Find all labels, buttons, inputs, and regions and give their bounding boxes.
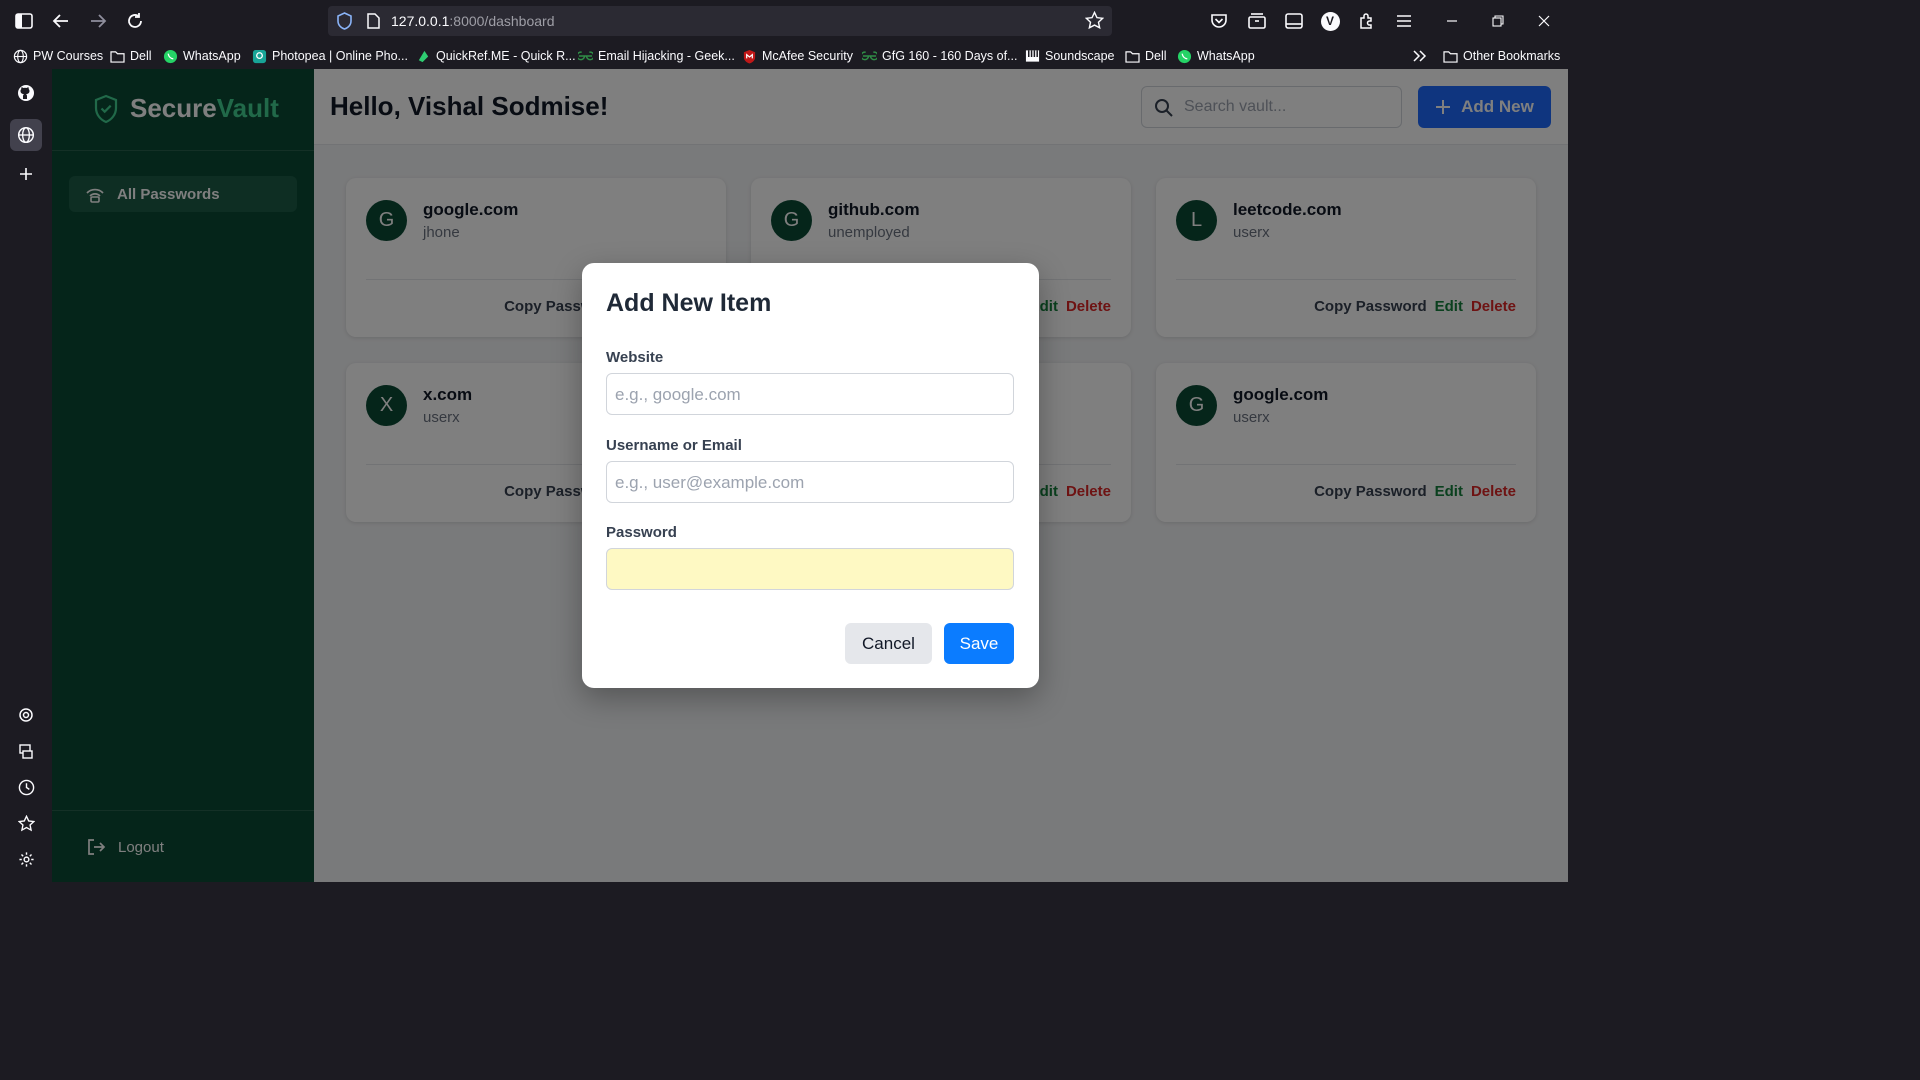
- bookmark-whatsapp[interactable]: WhatsApp: [163, 47, 241, 65]
- bookmark-email-hijacking[interactable]: Email Hijacking - Geek...: [578, 47, 735, 65]
- website-label: Website: [606, 349, 664, 366]
- url-text[interactable]: 127.0.0.1:8000/dashboard: [391, 13, 554, 29]
- bookmark-label: WhatsApp: [1197, 49, 1255, 63]
- github-icon[interactable]: [10, 77, 42, 109]
- extensions-icon[interactable]: [1355, 9, 1379, 33]
- whatsapp-icon: [163, 49, 178, 64]
- forward-icon[interactable]: [86, 9, 110, 33]
- modal-title: Add New Item: [606, 289, 772, 317]
- quickref-icon: [416, 49, 431, 64]
- bookmark-pw-courses[interactable]: PW Courses: [13, 47, 103, 65]
- save-button[interactable]: Save: [944, 623, 1014, 664]
- globe-icon[interactable]: [10, 119, 42, 151]
- folder-icon: [110, 49, 125, 64]
- whatsapp-icon: [1177, 49, 1192, 64]
- bookmark-star-icon[interactable]: [1084, 10, 1105, 35]
- bookmark-label: Email Hijacking - Geek...: [598, 49, 735, 63]
- synced-tabs-icon[interactable]: [10, 736, 42, 768]
- gfg-icon: [578, 49, 593, 64]
- bookmark-label: QuickRef.ME - Quick R...: [436, 49, 576, 63]
- bookmarks-star-icon[interactable]: [10, 807, 42, 839]
- shield-icon[interactable]: [336, 12, 353, 35]
- container-icon[interactable]: [1245, 9, 1269, 33]
- folder-icon: [1125, 49, 1140, 64]
- bookmark-dell[interactable]: Dell: [110, 47, 152, 65]
- bookmark-quickref[interactable]: QuickRef.ME - Quick R...: [416, 47, 576, 65]
- folder-icon: [1443, 49, 1458, 64]
- browser-sidebar: [0, 69, 52, 882]
- close-window-icon[interactable]: [1532, 9, 1556, 33]
- password-input[interactable]: [606, 548, 1014, 590]
- page-icon: [366, 13, 380, 34]
- profile-avatar[interactable]: V: [1318, 9, 1342, 33]
- add-panel-icon[interactable]: [10, 158, 42, 190]
- bookmark-label: WhatsApp: [183, 49, 241, 63]
- username-input[interactable]: e.g., user@example.com: [606, 461, 1014, 503]
- bookmarks-bar: PW Courses Dell WhatsApp Photopea | Onli…: [0, 42, 1568, 69]
- menu-icon[interactable]: [1392, 9, 1416, 33]
- username-placeholder: e.g., user@example.com: [615, 473, 805, 492]
- history-icon[interactable]: [10, 771, 42, 803]
- piano-icon: [1025, 49, 1040, 64]
- password-label: Password: [606, 524, 677, 541]
- bookmark-label: Dell: [1145, 49, 1167, 63]
- reload-icon[interactable]: [123, 9, 147, 33]
- restore-icon[interactable]: [1486, 9, 1510, 33]
- browser-toolbar: 127.0.0.1:8000/dashboard V: [0, 0, 1568, 42]
- bookmark-photopea[interactable]: Photopea | Online Pho...: [252, 47, 408, 65]
- chatgpt-icon[interactable]: [10, 699, 42, 731]
- photopea-icon: [252, 49, 267, 64]
- globe-icon: [13, 49, 28, 64]
- bookmark-label: GfG 160 - 160 Days of...: [882, 49, 1018, 63]
- website-placeholder: e.g., google.com: [615, 385, 741, 404]
- bookmark-whatsapp[interactable]: WhatsApp: [1177, 47, 1255, 65]
- settings-gear-icon[interactable]: [10, 843, 42, 875]
- bookmark-label: Soundscape: [1045, 49, 1115, 63]
- bookmark-dell[interactable]: Dell: [1125, 47, 1167, 65]
- bookmarks-overflow-icon[interactable]: [1413, 47, 1427, 65]
- url-path: :8000/dashboard: [449, 13, 555, 29]
- bookmark-label: Photopea | Online Pho...: [272, 49, 408, 63]
- back-icon[interactable]: [49, 9, 73, 33]
- bookmark-soundscape[interactable]: Soundscape: [1025, 47, 1115, 65]
- pocket-icon[interactable]: [1207, 9, 1231, 33]
- bookmark-mcafee[interactable]: McAfee Security: [742, 47, 853, 65]
- sidebar-toggle-icon[interactable]: [12, 9, 36, 33]
- profile-initial: V: [1320, 11, 1340, 31]
- website-input[interactable]: e.g., google.com: [606, 373, 1014, 415]
- other-bookmarks[interactable]: Other Bookmarks: [1443, 47, 1560, 65]
- bookmark-label: Dell: [130, 49, 152, 63]
- bookmark-label: McAfee Security: [762, 49, 854, 63]
- gfg-icon: [862, 49, 877, 64]
- username-label: Username or Email: [606, 437, 742, 454]
- address-bar[interactable]: 127.0.0.1:8000/dashboard: [328, 6, 1112, 36]
- other-bookmarks-label: Other Bookmarks: [1463, 49, 1561, 63]
- bookmark-gfg160[interactable]: GfG 160 - 160 Days of...: [862, 47, 1017, 65]
- url-host: 127.0.0.1: [391, 13, 450, 29]
- add-item-modal: Add New Item Website e.g., google.com Us…: [582, 263, 1039, 688]
- cancel-button[interactable]: Cancel: [845, 623, 932, 664]
- minimize-icon[interactable]: [1440, 9, 1464, 33]
- mcafee-icon: [742, 49, 757, 64]
- bookmark-label: PW Courses: [33, 49, 104, 63]
- reader-view-icon[interactable]: [1282, 9, 1306, 33]
